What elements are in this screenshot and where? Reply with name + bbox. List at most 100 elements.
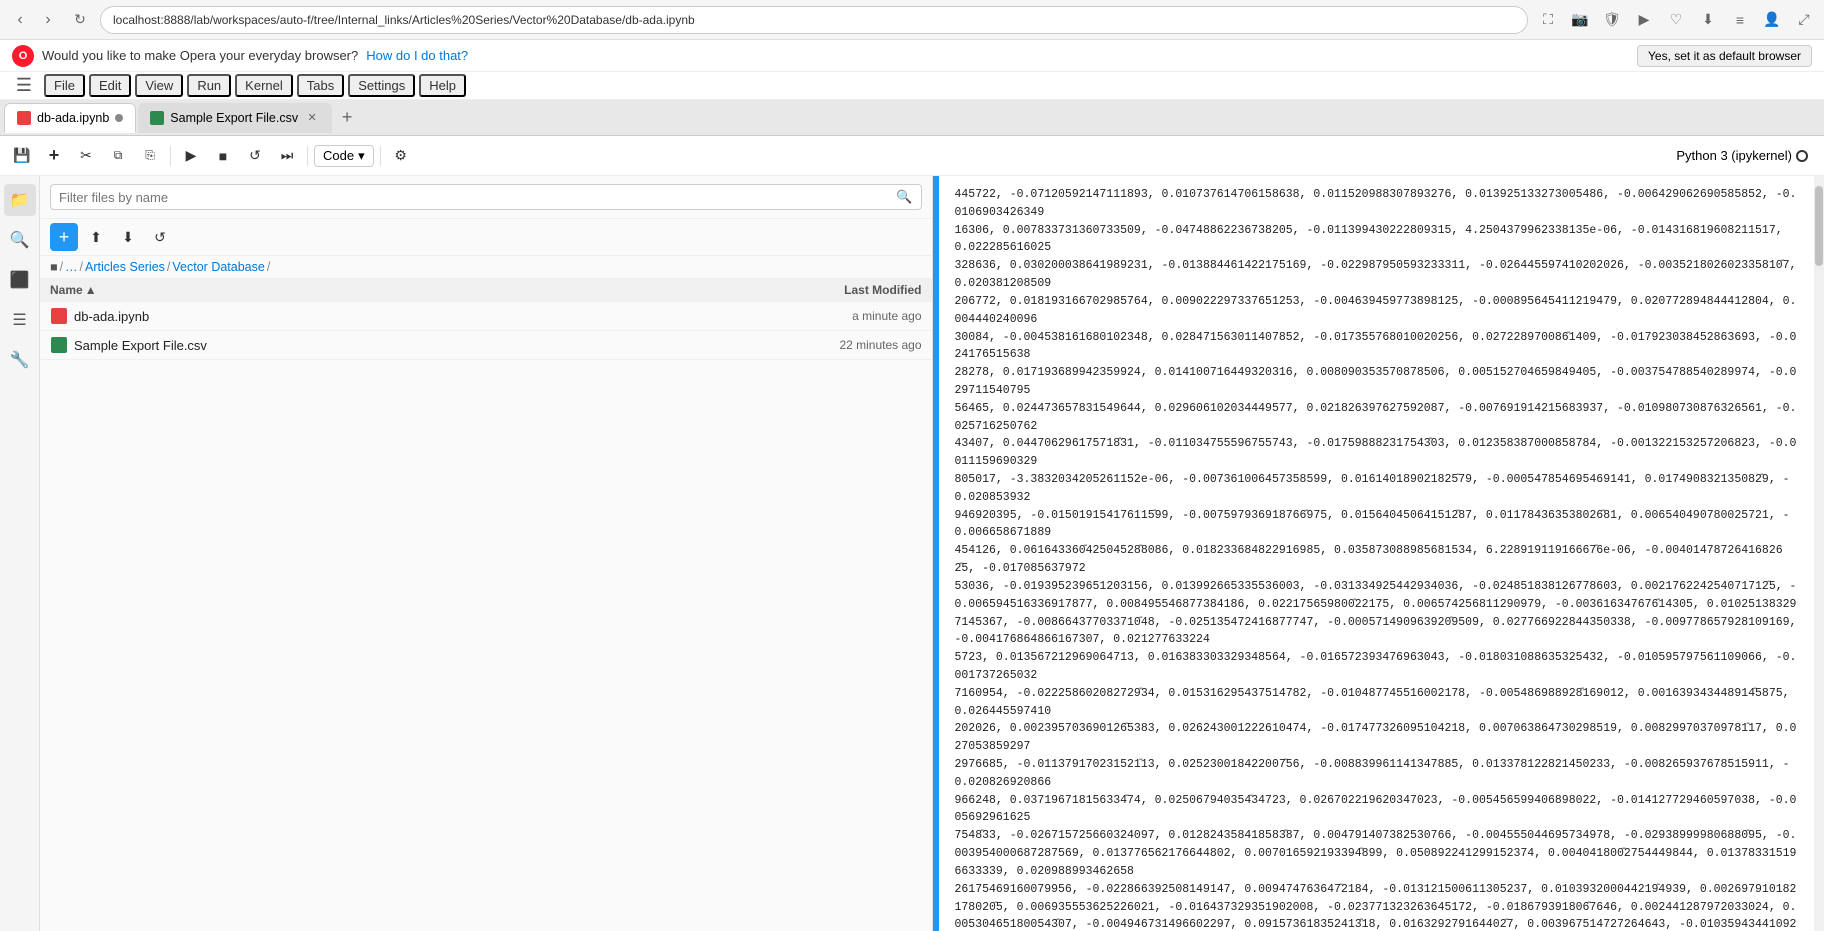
file-name-csv: Sample Export File.csv [74,338,772,353]
heart-icon[interactable]: ♡ [1664,8,1688,32]
promo-link[interactable]: How do I do that? [366,48,468,63]
path-sep-1: / [60,260,63,274]
browser-icons: ⛶ 📷 🛡 ▶ ♡ ⬇ ≡ 👤 ⤢ [1536,8,1816,32]
save-button[interactable]: 💾 [8,142,36,170]
play-icon[interactable]: ▶ [1632,8,1656,32]
csv-file-icon [50,336,68,354]
notebook-output[interactable]: 445722, -0.07120592147111893, 0.01073761… [939,176,1815,931]
toolbar-divider-2 [307,146,308,166]
path-sep-3: / [167,260,170,274]
new-file-button[interactable]: + [50,223,78,251]
file-time-csv: 22 minutes ago [772,338,922,352]
kernel-status-indicator [1796,150,1808,162]
file-list-header: Name ▲ Last Modified [40,279,932,302]
refresh-button[interactable]: ↻ [68,8,92,32]
file-name-notebook: db-ada.ipynb [74,309,772,324]
menu-bar: ☰ File Edit View Run Kernel Tabs Setting… [0,72,1824,100]
file-browser-panel: 🔍 + ⬆ ⬇ ↺ ■ / … / Articles Series / Vect… [40,176,933,931]
sort-arrow-icon: ▲ [85,283,97,297]
restart-button[interactable]: ↺ [241,142,269,170]
sidebar-property-icon[interactable]: 🔧 [4,344,36,376]
notebook-tab-icon [17,111,31,125]
sidebar-commands-icon[interactable]: ☰ [4,304,36,336]
sidebar-search-icon[interactable]: 🔍 [4,224,36,256]
cut-button[interactable]: ✂ [72,142,100,170]
search-icon: 🔍 [896,189,912,205]
stop-button[interactable]: ■ [209,142,237,170]
search-input[interactable] [59,190,890,205]
download-button[interactable]: ⬇ [114,223,142,251]
menu-tabs[interactable]: Tabs [297,74,344,97]
menu-file[interactable]: File [44,74,85,97]
search-container: 🔍 [40,176,932,219]
menu-icon[interactable]: ≡ [1728,8,1752,32]
notebook-icon-shape [51,308,67,324]
new-tab-button[interactable]: + [334,105,360,131]
cell-type-dropdown[interactable]: Code ▾ [314,145,374,167]
tab-csv[interactable]: Sample Export File.csv ✕ [138,103,332,133]
account-icon[interactable]: 👤 [1760,8,1784,32]
browser-bar: ‹ › ↻ ⛶ 📷 🛡 ▶ ♡ ⬇ ≡ 👤 ⤢ [0,0,1824,40]
back-button[interactable]: ‹ [8,8,32,32]
paste-button[interactable]: ⎘ [136,142,164,170]
download-icon[interactable]: ⬇ [1696,8,1720,32]
col-modified-header[interactable]: Last Modified [772,283,922,297]
promo-button[interactable]: Yes, set it as default browser [1637,45,1812,67]
opera-logo: O [12,45,34,67]
path-bar: ■ / … / Articles Series / Vector Databas… [40,256,932,279]
promo-text: Would you like to make Opera your everyd… [42,48,358,63]
col-name-header[interactable]: Name ▲ [50,283,772,297]
kernel-name-label: Python 3 (ipykernel) [1676,148,1792,163]
menu-edit[interactable]: Edit [89,74,131,97]
upload-button[interactable]: ⬆ [82,223,110,251]
file-item-csv[interactable]: Sample Export File.csv 22 minutes ago [40,331,932,360]
path-sep-2: / [80,260,83,274]
menu-kernel[interactable]: Kernel [235,74,293,97]
notebook-area: 445722, -0.07120592147111893, 0.01073761… [933,176,1824,931]
toolbar-divider-3 [380,146,381,166]
sidebar-running-icon[interactable]: ⬛ [4,264,36,296]
csv-icon-shape [51,337,67,353]
menu-help[interactable]: Help [419,74,466,97]
screen-share-icon[interactable]: ⛶ [1536,8,1560,32]
sidebar-icons: 📁 🔍 ⬛ ☰ 🔧 [0,176,40,931]
promo-bar: O Would you like to make Opera your ever… [0,40,1824,72]
notebook-file-icon [50,307,68,325]
file-item-notebook[interactable]: db-ada.ipynb a minute ago [40,302,932,331]
path-sep-4: / [267,260,270,274]
sidebar-files-icon[interactable]: 📁 [4,184,36,216]
scrollbar-thumb[interactable] [1815,186,1823,266]
menu-settings[interactable]: Settings [348,74,415,97]
toolbar-divider-1 [170,146,171,166]
cell-type-label: Code [323,148,354,163]
sidebar-toggle[interactable]: ☰ [8,70,40,102]
kernel-selector[interactable]: Python 3 (ipykernel) [1668,145,1816,166]
copy-button[interactable]: ⧉ [104,142,132,170]
camera-icon[interactable]: 📷 [1568,8,1592,32]
tab-notebook[interactable]: db-ada.ipynb [4,103,136,133]
file-time-notebook: a minute ago [772,309,922,323]
forward-button[interactable]: › [36,8,60,32]
menu-view[interactable]: View [135,74,183,97]
tab-notebook-label: db-ada.ipynb [37,111,109,125]
nav-arrows: ‹ › [8,8,60,32]
vertical-scrollbar[interactable] [1814,176,1824,931]
file-actions-bar: + ⬆ ⬇ ↺ [40,219,932,256]
address-bar[interactable] [100,6,1528,34]
fast-forward-button[interactable]: ⏭ [273,142,301,170]
settings-gear-icon[interactable]: ⚙ [387,142,415,170]
csv-tab-icon [150,111,164,125]
path-ellipsis[interactable]: … [65,260,78,274]
path-vector-db[interactable]: Vector Database [172,260,264,274]
tab-bar: db-ada.ipynb Sample Export File.csv ✕ + [0,100,1824,136]
tab-close-button[interactable]: ✕ [304,110,320,126]
run-button[interactable]: ▶ [177,142,205,170]
path-home-icon[interactable]: ■ [50,260,58,274]
notebook-toolbar: 💾 + ✂ ⧉ ⎘ ▶ ■ ↺ ⏭ Code ▾ ⚙ Python 3 (ipy… [0,136,1824,176]
menu-run[interactable]: Run [187,74,231,97]
path-articles[interactable]: Articles Series [85,260,165,274]
extend-icon[interactable]: ⤢ [1792,8,1816,32]
add-cell-button[interactable]: + [40,142,68,170]
refresh-files-button[interactable]: ↺ [146,223,174,251]
shield-icon[interactable]: 🛡 [1600,8,1624,32]
